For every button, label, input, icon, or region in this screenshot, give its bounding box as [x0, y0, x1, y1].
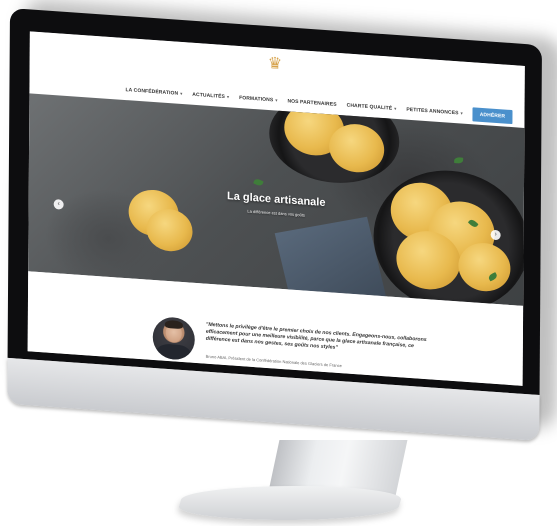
nav-item-confederation[interactable]: LA CONFÉDÉRATION ▾ [125, 87, 182, 97]
chevron-down-icon: ▾ [180, 90, 183, 97]
adherer-button[interactable]: ADHÉRER [472, 107, 513, 125]
chevron-left-icon[interactable]: ‹ [53, 199, 64, 210]
chevron-right-icon[interactable]: › [490, 229, 501, 241]
monitor-stand-base [175, 486, 405, 520]
monitor-bezel: ♛ LA CONFÉDÉRATION ▾ ACTUALITÉS ▾ FORMATIO… [7, 8, 542, 396]
hero-image-scoop [146, 207, 193, 253]
monitor: ♛ LA CONFÉDÉRATION ▾ ACTUALITÉS ▾ FORMATIO… [7, 8, 542, 445]
nav-item-petites-annonces[interactable]: PETITES ANNONCES ▾ [406, 107, 462, 117]
cone-logo-icon[interactable]: ♛ [268, 54, 282, 75]
hero-image-leaf [454, 157, 464, 164]
avatar-hair [164, 319, 183, 330]
screen: ♛ LA CONFÉDÉRATION ▾ ACTUALITÉS ▾ FORMATIO… [27, 31, 525, 386]
chevron-down-icon: ▾ [394, 105, 397, 112]
hero-slider: La glace artisanale La différence est da… [28, 93, 525, 306]
avatar [152, 315, 195, 361]
hero-image-leaf [253, 177, 264, 187]
quote-text: "Mettons le privilège d'être le premier … [205, 321, 427, 351]
nav-item-formations[interactable]: FORMATIONS ▾ [239, 95, 277, 104]
nav-item-actualites[interactable]: ACTUALITÉS ▾ [192, 92, 229, 101]
nav-item-charte-qualite[interactable]: CHARTE QUALITÉ ▾ [347, 103, 397, 112]
avatar-suit [156, 343, 191, 361]
chevron-down-icon: ▾ [460, 110, 463, 116]
nav-item-partenaires[interactable]: NOS PARTENAIRES [287, 98, 336, 107]
chevron-down-icon: ▾ [275, 97, 278, 103]
chevron-down-icon: ▾ [226, 94, 230, 100]
